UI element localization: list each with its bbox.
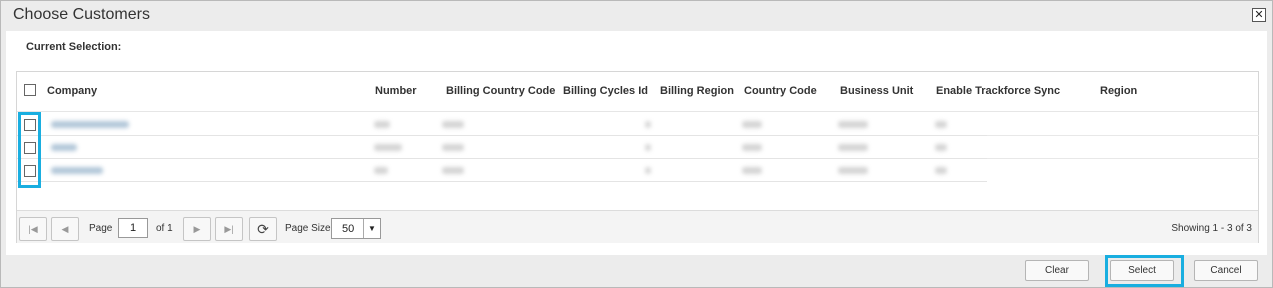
column-header-business-unit[interactable]: Business Unit <box>840 85 913 97</box>
column-header-billing-region[interactable]: Billing Region <box>660 85 734 97</box>
dialog-titlebar: Choose Customers ✕ <box>1 1 1272 30</box>
billing-cycles-cell-redacted <box>645 121 651 128</box>
number-cell-redacted <box>374 121 390 128</box>
number-cell-redacted <box>374 144 402 151</box>
billing-cycles-cell-redacted <box>645 167 651 174</box>
business-unit-cell-redacted <box>838 167 868 174</box>
page-number-input[interactable]: 1 <box>118 218 148 238</box>
column-header-enable-trackforce-sync[interactable]: Enable Trackforce Sync <box>936 85 1060 97</box>
table-row[interactable] <box>17 136 987 159</box>
dialog-content: Current Selection: Company Number Billin… <box>6 31 1267 255</box>
page-count-label: of 1 <box>156 223 173 234</box>
select-all-checkbox[interactable] <box>24 84 36 96</box>
row-divider <box>987 158 1259 159</box>
country-code-cell-redacted <box>742 167 762 174</box>
country-code-cell-redacted <box>742 121 762 128</box>
chevron-down-icon[interactable]: ▼ <box>363 219 380 238</box>
table-row[interactable] <box>17 113 987 136</box>
trackforce-sync-cell-redacted <box>935 144 947 151</box>
next-page-button[interactable]: ▶ <box>183 217 211 241</box>
column-header-number[interactable]: Number <box>375 85 417 97</box>
next-page-icon: ▶ <box>193 224 201 234</box>
company-cell-redacted[interactable] <box>51 167 103 174</box>
billing-cycles-cell-redacted <box>645 144 651 151</box>
last-page-button[interactable]: ▶| <box>215 217 243 241</box>
current-selection-label: Current Selection: <box>26 41 122 53</box>
page-size-select[interactable]: 50 ▼ <box>331 218 381 239</box>
column-header-billing-country-code[interactable]: Billing Country Code <box>446 85 555 97</box>
prev-page-button[interactable]: ◀ <box>51 217 79 241</box>
page-label: Page <box>89 223 113 234</box>
prev-page-icon: ◀ <box>61 224 69 234</box>
grid-pager: |◀ ◀ Page 1 of 1 ▶ ▶| ⟳ Page Size 50 ▼ S… <box>17 210 1258 243</box>
close-icon: ✕ <box>1254 9 1264 21</box>
first-page-button[interactable]: |◀ <box>19 217 47 241</box>
checkbox-highlight <box>18 112 41 188</box>
billing-country-cell-redacted <box>442 167 464 174</box>
cancel-button[interactable]: Cancel <box>1194 260 1258 281</box>
column-header-region[interactable]: Region <box>1100 85 1137 97</box>
table-row[interactable] <box>17 159 987 182</box>
clear-button[interactable]: Clear <box>1025 260 1089 281</box>
trackforce-sync-cell-redacted <box>935 167 947 174</box>
customers-grid: Company Number Billing Country Code Bill… <box>16 71 1259 243</box>
company-cell-redacted[interactable] <box>51 121 129 128</box>
column-header-company[interactable]: Company <box>47 85 97 97</box>
business-unit-cell-redacted <box>838 144 868 151</box>
select-button-highlight <box>1105 255 1184 287</box>
billing-country-cell-redacted <box>442 144 464 151</box>
page-size-label: Page Size <box>285 223 331 234</box>
business-unit-cell-redacted <box>838 121 868 128</box>
dialog-title: Choose Customers <box>13 6 150 23</box>
number-cell-redacted <box>374 167 388 174</box>
last-page-icon: ▶| <box>224 224 234 234</box>
refresh-icon: ⟳ <box>257 221 269 237</box>
first-page-icon: |◀ <box>28 224 38 234</box>
choose-customers-dialog: Choose Customers ✕ Current Selection: Co… <box>0 0 1273 288</box>
billing-country-cell-redacted <box>442 121 464 128</box>
column-header-billing-cycles-id[interactable]: Billing Cycles Id <box>563 85 648 97</box>
page-size-value: 50 <box>342 223 355 235</box>
column-header-country-code[interactable]: Country Code <box>744 85 817 97</box>
country-code-cell-redacted <box>742 144 762 151</box>
close-button[interactable]: ✕ <box>1252 8 1266 22</box>
company-cell-redacted[interactable] <box>51 144 77 151</box>
row-divider <box>987 135 1259 136</box>
refresh-button[interactable]: ⟳ <box>249 217 277 241</box>
trackforce-sync-cell-redacted <box>935 121 947 128</box>
showing-count: Showing 1 - 3 of 3 <box>1171 223 1252 234</box>
grid-header: Company Number Billing Country Code Bill… <box>17 72 1258 112</box>
